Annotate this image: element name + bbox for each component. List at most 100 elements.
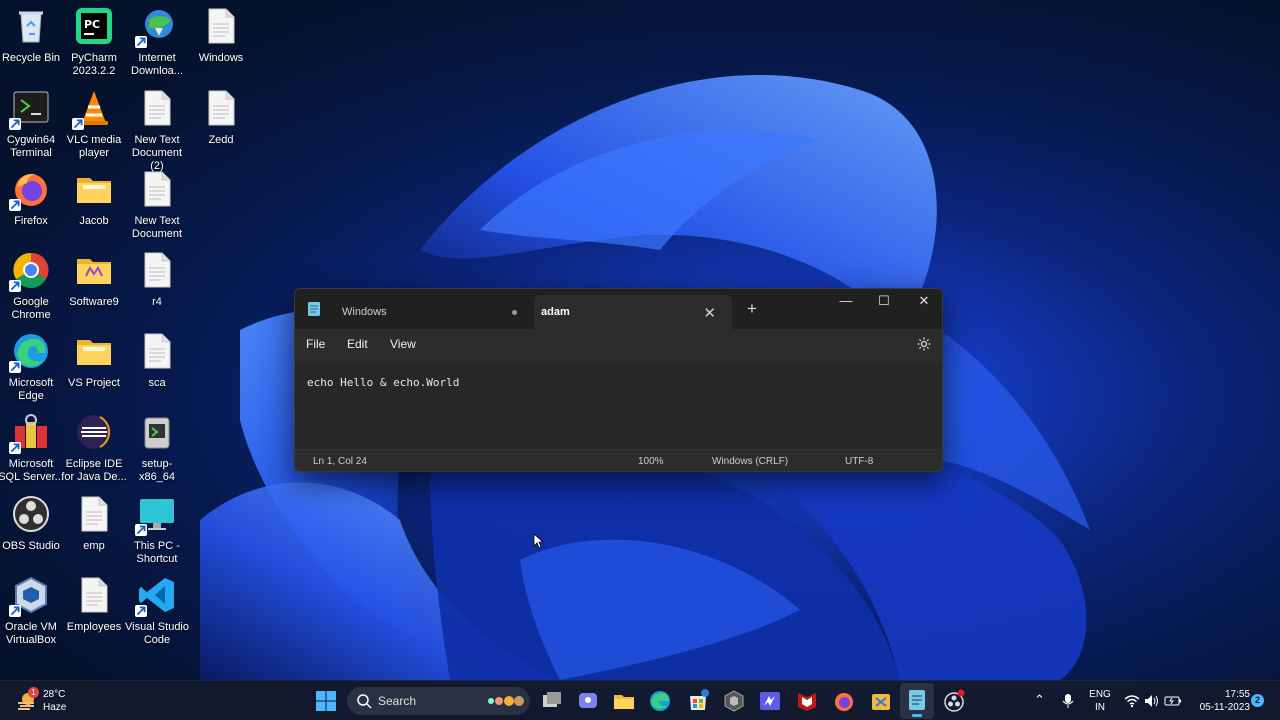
desktop-icon-cygwin[interactable]: Cygwin64 Terminal <box>0 88 64 160</box>
desktop-icon-obs[interactable]: OBS Studio <box>0 494 64 553</box>
desktop-icon-vlc[interactable]: VLC media player <box>61 88 127 160</box>
svg-text:PC: PC <box>84 18 100 31</box>
task-view-icon[interactable] <box>540 689 564 713</box>
desktop-icon-new-text-doc[interactable]: New Text Document <box>124 169 190 241</box>
editor-content: echo Hello & echo.World <box>307 376 460 389</box>
text-file-icon <box>208 8 235 44</box>
menu-file[interactable]: File <box>306 337 325 351</box>
desktop-icon-r4[interactable]: r4 <box>124 250 190 309</box>
shortcut-arrow-icon <box>9 361 21 373</box>
search-label: Search <box>378 694 417 708</box>
desktop-icon-vs-project[interactable]: VS Project <box>61 331 127 390</box>
desktop-icon-windows-txt[interactable]: Windows <box>188 6 254 65</box>
obs-recording-icon[interactable] <box>942 689 966 713</box>
notepad-taskbar-button[interactable] <box>900 683 934 719</box>
desktop-icon-new-text-doc-2[interactable]: New Text Document (2) <box>124 88 190 173</box>
store-icon[interactable] <box>686 689 710 713</box>
desktop-icon-edge[interactable]: Microsoft Edge <box>0 331 64 403</box>
text-editor[interactable]: echo Hello & echo.World <box>295 363 942 449</box>
file-explorer-icon[interactable] <box>612 689 636 713</box>
hexagon-app-icon[interactable] <box>722 689 746 713</box>
clock[interactable]: 17:55 05-11-2023 <box>1190 688 1250 714</box>
folder-icon <box>77 178 111 203</box>
taskbar: 1 28°C Haze Search ⌃ ENG IN 17:55 05-11-… <box>0 680 1280 720</box>
notepad-window[interactable]: Windows adam ✕ + — ☐ ✕ File Edit View ec… <box>294 288 943 472</box>
desktop-icon-software9[interactable]: Software9 <box>61 250 127 309</box>
desktop-icon-sql-server[interactable]: Microsoft SQL Server... <box>0 412 64 484</box>
menu-bar: File Edit View <box>295 329 942 363</box>
shortcut-arrow-icon <box>72 118 84 130</box>
close-button[interactable]: ✕ <box>904 293 942 309</box>
search-highlight-icon <box>488 696 524 706</box>
desktop-icon-setup-x86[interactable]: setup-x86_64 <box>124 412 190 484</box>
recycle-bin-icon <box>19 11 43 43</box>
start-button-icon[interactable] <box>314 689 338 713</box>
tab-label: Windows <box>342 306 387 318</box>
shortcut-arrow-icon <box>135 605 147 617</box>
search-icon <box>357 694 372 709</box>
desktop-icon-pycharm[interactable]: PC PyCharm 2023.2.2 <box>61 6 127 78</box>
desktop-icon-chrome[interactable]: Google Chrome <box>0 250 64 322</box>
desktop-icon-this-pc[interactable]: This PC - Shortcut <box>124 494 190 566</box>
tab-close-icon[interactable]: ✕ <box>703 304 716 322</box>
line-ending[interactable]: Windows (CRLF) <box>712 456 788 467</box>
obs-icon <box>13 496 49 532</box>
edge-taskbar-icon[interactable] <box>648 689 672 713</box>
notepad-taskbar-icon <box>909 690 925 710</box>
visual-studio-icon[interactable] <box>758 689 782 713</box>
shortcut-arrow-icon <box>9 442 21 454</box>
wifi-icon[interactable] <box>1124 694 1140 708</box>
text-file-icon <box>144 252 171 288</box>
microphone-icon[interactable] <box>1061 693 1075 709</box>
menu-view[interactable]: View <box>390 337 416 351</box>
taskbar-search[interactable]: Search <box>347 687 530 715</box>
unsaved-dot-icon <box>512 310 517 315</box>
tab-label: adam <box>541 306 570 318</box>
shortcut-arrow-icon <box>9 118 21 130</box>
encoding[interactable]: UTF-8 <box>845 456 873 467</box>
weather-condition: Haze <box>43 702 67 713</box>
notification-badge[interactable]: 2 <box>1251 694 1264 707</box>
desktop-icon-zedd[interactable]: Zedd <box>188 88 254 147</box>
desktop-icon-virtualbox[interactable]: Oracle VM VirtualBox <box>0 575 64 647</box>
text-file-icon <box>144 333 171 369</box>
eclipse-icon <box>77 415 111 449</box>
shortcut-arrow-icon <box>9 605 21 617</box>
show-hidden-icons-chevron-icon[interactable]: ⌃ <box>1034 693 1045 706</box>
text-file-icon <box>144 171 171 207</box>
zoom-level[interactable]: 100% <box>638 456 664 467</box>
desktop-icon-firefox[interactable]: Firefox <box>0 169 64 228</box>
teams-chat-icon[interactable] <box>576 689 600 713</box>
weather-widget[interactable]: 1 28°C Haze <box>14 685 74 717</box>
desktop-icon-eclipse[interactable]: Eclipse IDE for Java De... <box>61 412 127 484</box>
battery-charging-icon[interactable] <box>1164 694 1182 708</box>
minimize-button[interactable]: — <box>826 293 866 308</box>
text-file-icon <box>81 577 108 613</box>
desktop-icon-vscode[interactable]: Visual Studio Code <box>124 575 190 647</box>
snipping-tool-icon[interactable] <box>869 689 893 713</box>
desktop-icon-employees[interactable]: Employees <box>61 575 127 634</box>
active-indicator <box>912 714 922 717</box>
menu-edit[interactable]: Edit <box>347 337 368 351</box>
new-tab-button[interactable]: + <box>747 299 757 319</box>
tab-windows[interactable]: Windows <box>335 295 530 329</box>
desktop-icon-jacob[interactable]: Jacob <box>61 169 127 228</box>
desktop-icon-recycle-bin[interactable]: Recycle Bin <box>0 6 64 65</box>
firefox-taskbar-icon[interactable] <box>832 689 856 713</box>
maximize-button[interactable]: ☐ <box>864 293 904 309</box>
shortcut-arrow-icon <box>135 524 147 536</box>
weather-temp: 28°C <box>43 689 66 700</box>
mouse-cursor-icon <box>533 533 543 549</box>
mcafee-icon[interactable] <box>795 689 819 713</box>
title-bar[interactable]: Windows adam ✕ + — ☐ ✕ <box>295 289 942 329</box>
volume-icon[interactable] <box>1144 694 1160 708</box>
language-code: ENG <box>1089 689 1111 700</box>
desktop-icon-internet-download[interactable]: Internet Downloa... <box>124 6 190 78</box>
text-file-icon <box>208 90 235 126</box>
settings-gear-icon[interactable] <box>916 336 932 352</box>
shortcut-arrow-icon <box>9 280 21 292</box>
language-indicator[interactable]: ENG IN <box>1088 688 1112 714</box>
desktop-icon-sca[interactable]: sca <box>124 331 190 390</box>
desktop-icon-emp[interactable]: emp <box>61 494 127 553</box>
tab-adam[interactable]: adam ✕ <box>534 295 732 329</box>
